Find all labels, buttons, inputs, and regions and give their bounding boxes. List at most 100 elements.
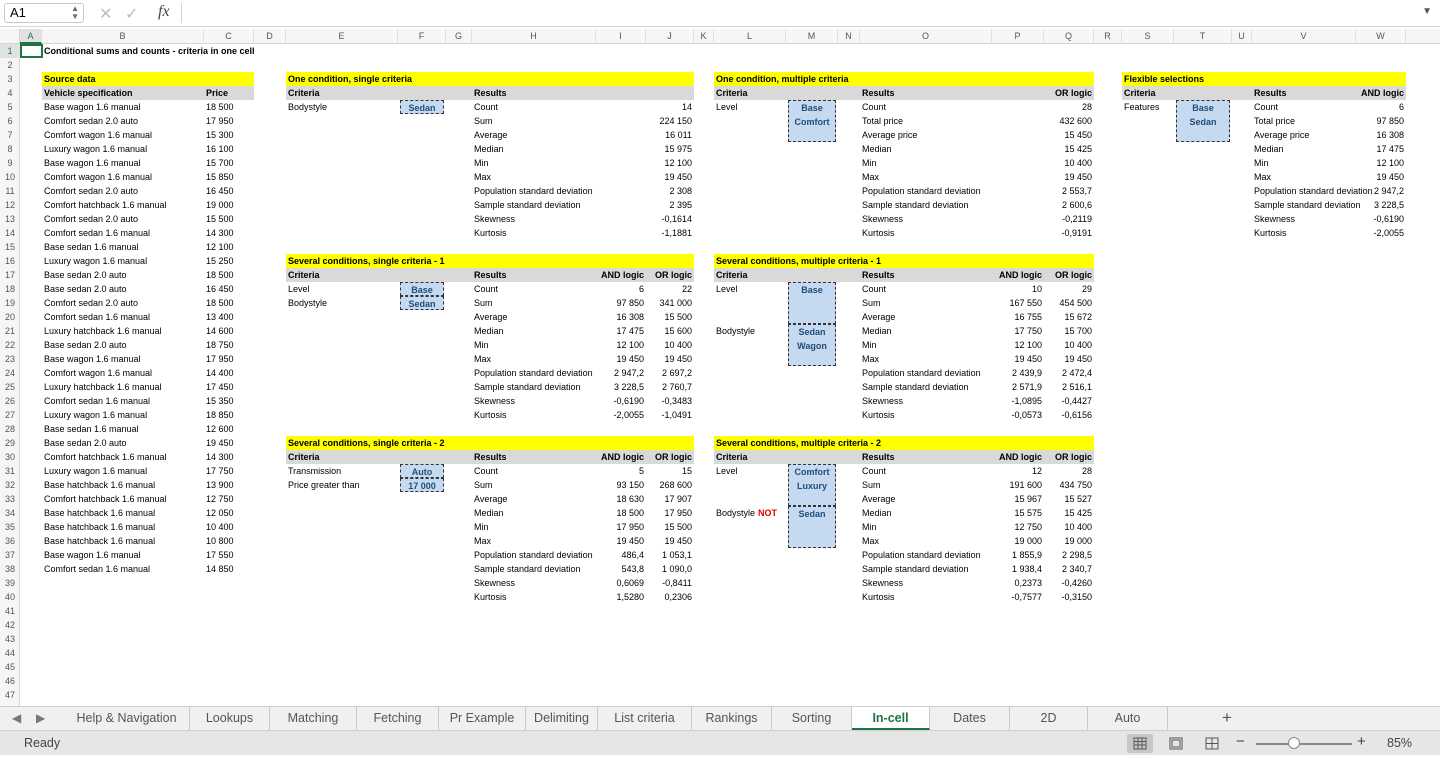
stat-value[interactable]: 10 400	[646, 338, 694, 352]
insert-function-icon[interactable]: fx	[158, 3, 170, 21]
stat-label[interactable]: Population standard deviation	[472, 366, 595, 380]
stat-value[interactable]: -0,4427	[1044, 394, 1094, 408]
source-price[interactable]: 18 500	[204, 100, 236, 114]
section-header[interactable]: Criteria	[286, 86, 322, 100]
source-vehicle[interactable]: Base hatchback 1.6 manual	[42, 520, 157, 534]
stat-value[interactable]: 15 672	[1044, 310, 1094, 324]
stat-value[interactable]: 15 450	[1044, 128, 1094, 142]
row-header[interactable]: 9	[0, 156, 20, 170]
section-header[interactable]: Criteria	[714, 268, 750, 282]
stat-value-and[interactable]: 17 475	[596, 324, 646, 338]
stat-value-and[interactable]: 18 500	[596, 506, 646, 520]
stat-value-and[interactable]: 2 947,2	[596, 366, 646, 380]
source-vehicle[interactable]: Base wagon 1.6 manual	[42, 100, 143, 114]
section-header[interactable]: Results	[472, 86, 509, 100]
criteria-input[interactable]: 17 000	[400, 478, 444, 492]
stat-value[interactable]: 2 600,6	[1044, 198, 1094, 212]
row-header[interactable]: 8	[0, 142, 20, 156]
stat-value-and[interactable]: 12 100	[992, 338, 1044, 352]
stat-label[interactable]: Min	[860, 156, 879, 170]
stat-value[interactable]: 0,2306	[646, 590, 694, 604]
source-price[interactable]: 17 450	[204, 380, 236, 394]
stat-value[interactable]: 10 400	[1044, 338, 1094, 352]
stat-value-and[interactable]: 19 000	[992, 534, 1044, 548]
section-header[interactable]: AND logic	[596, 268, 646, 282]
source-price[interactable]: 19 450	[204, 436, 236, 450]
source-vehicle[interactable]: Comfort wagon 1.6 manual	[42, 128, 154, 142]
stat-value[interactable]: -0,4260	[1044, 576, 1094, 590]
stat-label[interactable]: Skewness	[472, 576, 517, 590]
stat-value-and[interactable]: 16 308	[596, 310, 646, 324]
criteria-input[interactable]: Sedan Wagon	[788, 324, 836, 366]
row-header[interactable]: 21	[0, 324, 20, 338]
section-title[interactable]: Flexible selections	[1122, 72, 1206, 86]
criteria-label[interactable]: Bodystyle	[714, 506, 757, 520]
stat-value[interactable]: 19 450	[1044, 352, 1094, 366]
row-header[interactable]: 46	[0, 674, 20, 688]
source-price[interactable]: 14 850	[204, 562, 236, 576]
source-price[interactable]: 18 500	[204, 268, 236, 282]
stat-value-and[interactable]: 18 630	[596, 492, 646, 506]
column-header[interactable]: D	[254, 29, 286, 44]
section-title[interactable]: One condition, multiple criteria	[714, 72, 851, 86]
stat-value-and[interactable]: 19 450	[992, 352, 1044, 366]
stat-label[interactable]: Median	[472, 324, 506, 338]
stat-value[interactable]: -0,3150	[1044, 590, 1094, 604]
stat-value[interactable]: -0,3483	[646, 394, 694, 408]
source-vehicle[interactable]: Luxury hatchback 1.6 manual	[42, 324, 164, 338]
row-header[interactable]: 13	[0, 212, 20, 226]
column-header[interactable]: I	[596, 29, 646, 44]
source-price[interactable]: 15 350	[204, 394, 236, 408]
stat-label[interactable]: Kurtosis	[472, 408, 509, 422]
stat-value[interactable]: 2 516,1	[1044, 380, 1094, 394]
row-header[interactable]: 22	[0, 338, 20, 352]
sheet-tab[interactable]: Fetching	[357, 707, 439, 730]
stat-value[interactable]: 2 298,5	[1044, 548, 1094, 562]
page-layout-view-button[interactable]	[1163, 734, 1189, 753]
stat-label[interactable]: Max	[472, 352, 493, 366]
prev-sheet-icon[interactable]: ◀	[12, 711, 21, 725]
source-vehicle[interactable]: Base sedan 2.0 auto	[42, 436, 129, 450]
criteria-label[interactable]: Transmission	[286, 464, 343, 478]
stat-value-and[interactable]: 19 450	[596, 534, 646, 548]
stat-value[interactable]: 3 228,5	[1356, 198, 1406, 212]
stat-value[interactable]: 15 425	[1044, 142, 1094, 156]
stat-value-and[interactable]: 17 950	[596, 520, 646, 534]
stat-label[interactable]: Sample standard deviation	[472, 562, 583, 576]
stat-value[interactable]: 15 500	[646, 520, 694, 534]
source-vehicle[interactable]: Base wagon 1.6 manual	[42, 352, 143, 366]
stat-label[interactable]: Median	[472, 506, 506, 520]
stat-label[interactable]: Count	[860, 464, 888, 478]
criteria-input[interactable]: Base	[400, 282, 444, 296]
stat-value-and[interactable]: 3 228,5	[596, 380, 646, 394]
column-header[interactable]: U	[1232, 29, 1252, 44]
source-title[interactable]: Source data	[42, 72, 98, 86]
section-header[interactable]: Criteria	[1122, 86, 1158, 100]
row-header[interactable]: 44	[0, 646, 20, 660]
stat-label[interactable]: Sum	[472, 114, 495, 128]
stat-label[interactable]: Kurtosis	[860, 226, 897, 240]
source-vehicle[interactable]: Base wagon 1.6 manual	[42, 548, 143, 562]
stat-label[interactable]: Average price	[860, 128, 919, 142]
name-box-arrows-icon[interactable]: ▲ ▼	[71, 5, 79, 21]
stat-value[interactable]: 2 760,7	[646, 380, 694, 394]
stat-value[interactable]: 19 450	[1044, 170, 1094, 184]
stat-value-and[interactable]: 93 150	[596, 478, 646, 492]
stat-value-and[interactable]: 10	[992, 282, 1044, 296]
source-price[interactable]: 16 450	[204, 184, 236, 198]
criteria-input[interactable]: Base Comfort	[788, 100, 836, 142]
source-header[interactable]: Vehicle specification	[42, 86, 135, 100]
stat-label[interactable]: Min	[860, 520, 879, 534]
source-vehicle[interactable]: Luxury wagon 1.6 manual	[42, 408, 149, 422]
column-header[interactable]: F	[398, 29, 446, 44]
row-header[interactable]: 25	[0, 380, 20, 394]
stat-value-and[interactable]: 543,8	[596, 562, 646, 576]
source-vehicle[interactable]: Luxury wagon 1.6 manual	[42, 464, 149, 478]
stat-label[interactable]: Population standard deviation	[472, 548, 595, 562]
source-price[interactable]: 10 800	[204, 534, 236, 548]
row-header[interactable]: 43	[0, 632, 20, 646]
row-header[interactable]: 37	[0, 548, 20, 562]
source-price[interactable]: 15 850	[204, 170, 236, 184]
stat-value-and[interactable]: 1 938,4	[992, 562, 1044, 576]
enter-icon[interactable]: ✓	[125, 4, 138, 24]
